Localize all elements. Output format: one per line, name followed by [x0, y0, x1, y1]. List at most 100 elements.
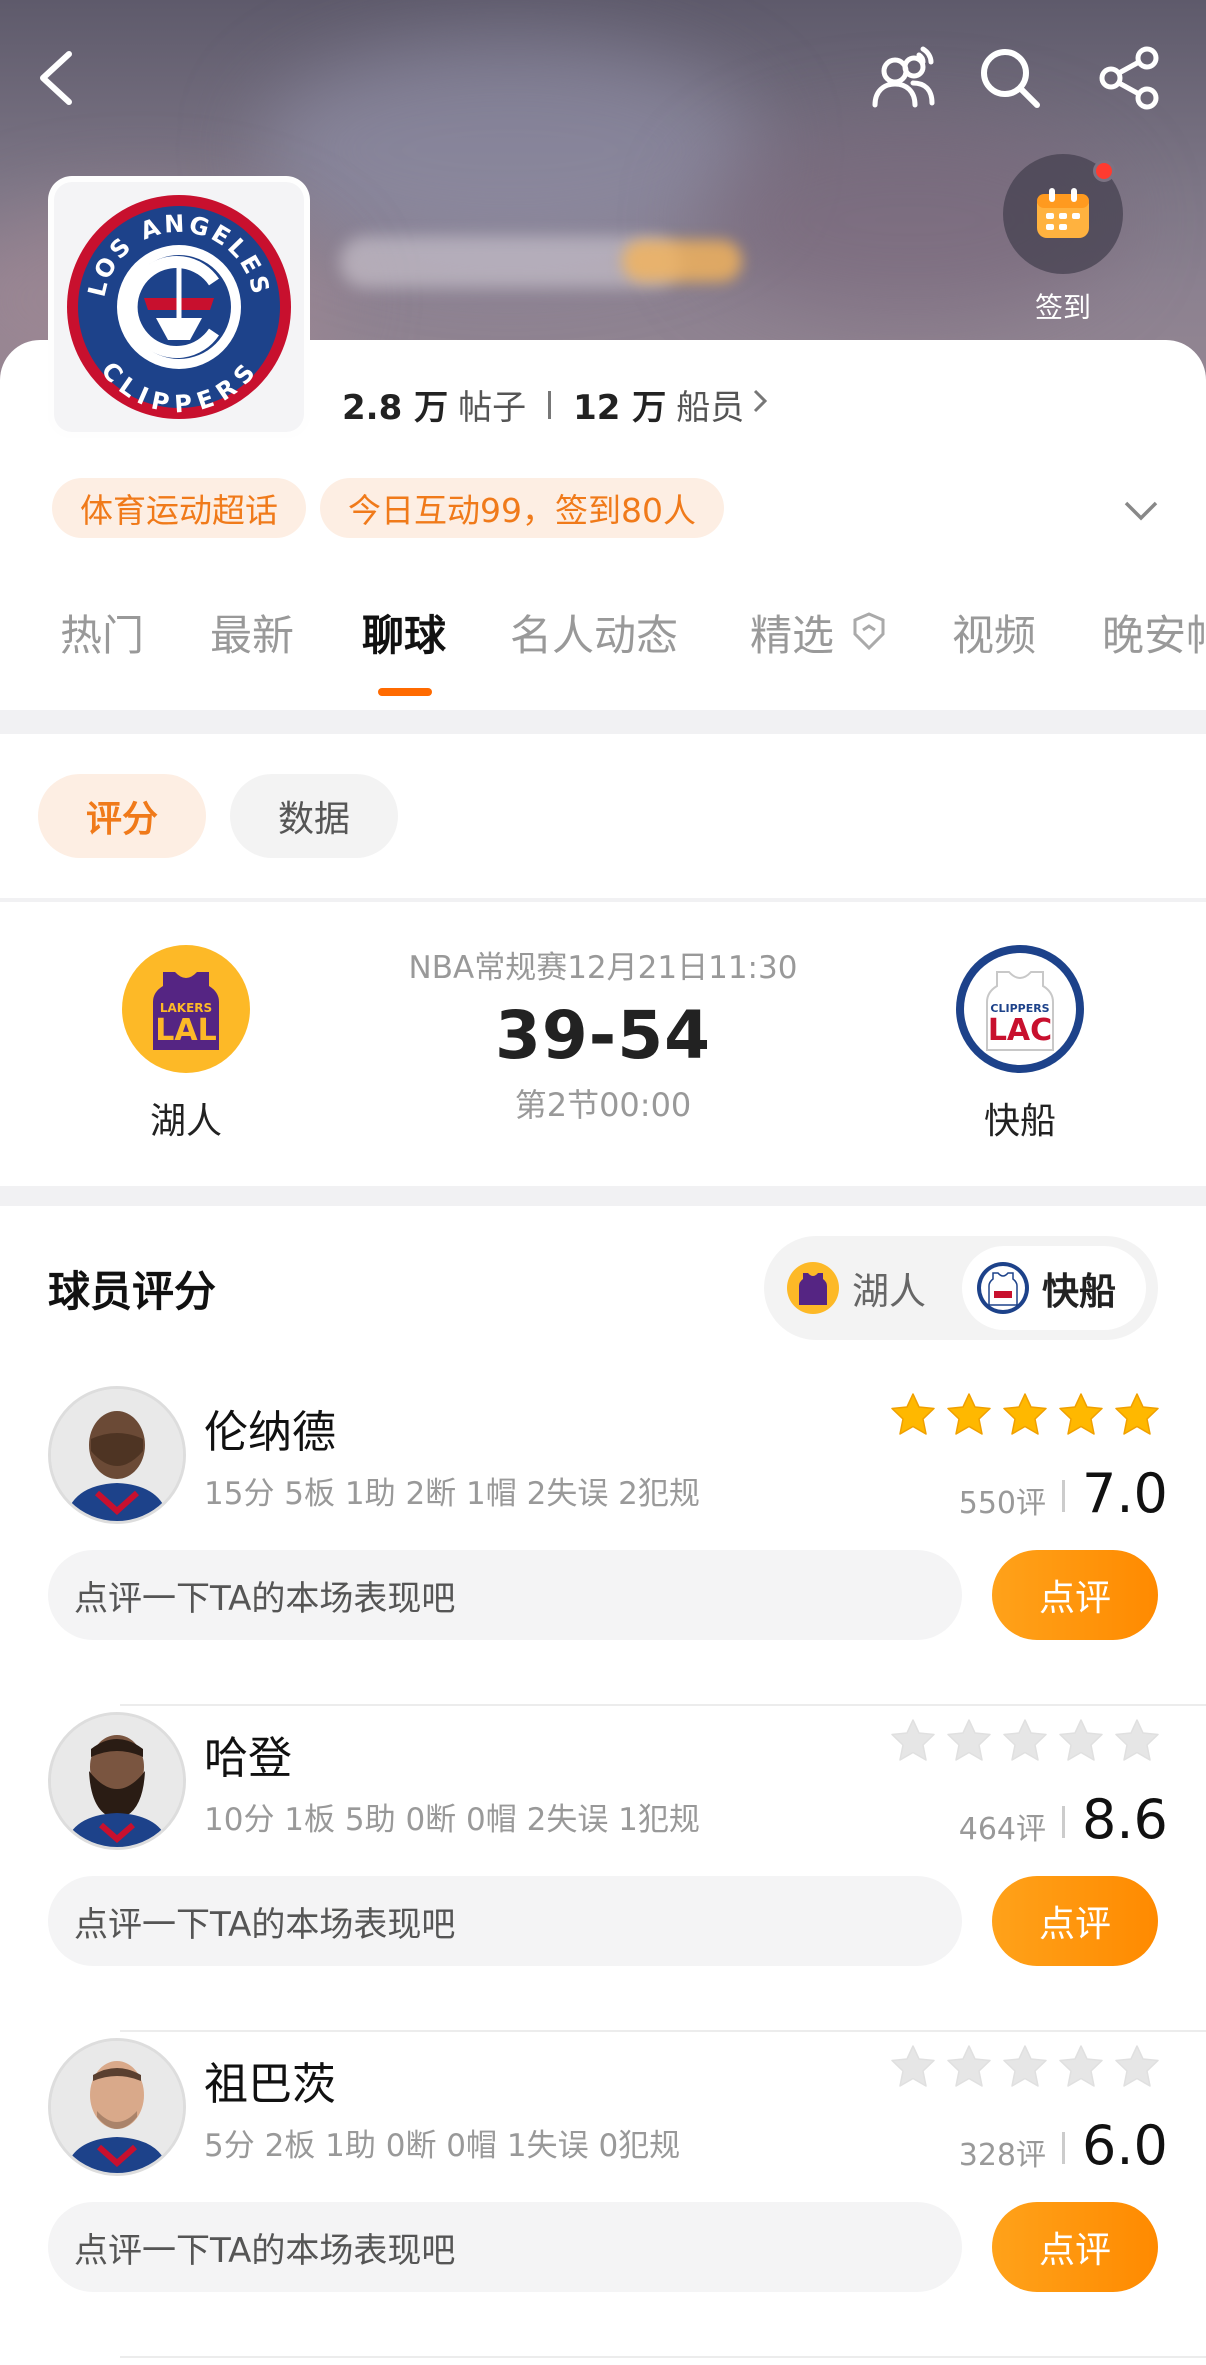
tab-hot[interactable]: 热门: [60, 602, 144, 663]
rating-count: 328评: [958, 2138, 1046, 2173]
tab-featured[interactable]: 精选: [750, 602, 891, 663]
star-rating[interactable]: [890, 1392, 1160, 1440]
posts-count: 2.8 万: [342, 388, 449, 428]
team-switcher: 湖人 快船: [764, 1236, 1158, 1340]
tab-featured-label: 精选: [750, 611, 835, 660]
avatar[interactable]: [48, 1712, 186, 1850]
tab-goodnight[interactable]: 晚安帖: [1102, 602, 1206, 663]
community-tags: 体育运动超话 今日互动99，签到80人: [52, 478, 724, 538]
star-filled-icon[interactable]: [1002, 1392, 1048, 1440]
match-period: 第2节00:00: [514, 1086, 692, 1124]
star-empty-icon[interactable]: [1114, 1718, 1160, 1766]
row-divider: [120, 1704, 1206, 1706]
home-abbr: LAL: [155, 1013, 216, 1048]
star-empty-icon[interactable]: [890, 2044, 936, 2092]
comment-button[interactable]: 点评: [992, 1550, 1158, 1640]
featured-icon: [853, 612, 885, 651]
community-stats[interactable]: 2.8 万 帖子 12 万 船员: [342, 380, 770, 429]
score-divider: [1062, 1806, 1065, 1838]
star-filled-icon[interactable]: [946, 1392, 992, 1440]
star-empty-icon[interactable]: [1058, 2044, 1104, 2092]
back-icon[interactable]: [16, 38, 96, 118]
star-filled-icon[interactable]: [1114, 1392, 1160, 1440]
star-empty-icon[interactable]: [1114, 2044, 1160, 2092]
star-filled-icon[interactable]: [890, 1392, 936, 1440]
avatar[interactable]: [48, 2038, 186, 2176]
player-ratings-section: 球员评分 湖人 快船 伦纳德 15分 5板 1助 2断 1帽 2失误 2犯规 5…: [0, 1206, 1206, 2365]
player-stats: 5分 2板 1助 0断 0帽 1失误 0犯规: [204, 2128, 681, 2164]
team-away[interactable]: CLIPPERS LAC 快船: [940, 942, 1100, 1144]
chip-rating[interactable]: 评分: [38, 774, 206, 858]
comment-input[interactable]: 点评一下TA的本场表现吧: [48, 1876, 962, 1966]
members-count: 12 万: [573, 388, 667, 428]
star-empty-icon[interactable]: [890, 1718, 936, 1766]
companion-icon[interactable]: [864, 38, 944, 118]
player-score: 8.6: [1082, 1788, 1168, 1851]
comment-button[interactable]: 点评: [992, 2202, 1158, 2292]
avatar[interactable]: [48, 1386, 186, 1524]
clippers-team-logo: CLIPPERS LAC: [956, 945, 1084, 1073]
tab-video[interactable]: 视频: [952, 602, 1036, 663]
share-icon[interactable]: [1090, 38, 1170, 118]
switch-clippers-label: 快船: [1042, 1270, 1116, 1313]
player-stats: 15分 5板 1助 2断 1帽 2失误 2犯规: [204, 1476, 700, 1512]
chevron-right-icon: [750, 385, 770, 425]
tag-activity[interactable]: 今日互动99，签到80人: [320, 478, 724, 538]
rating-count: 464评: [958, 1812, 1046, 1847]
player-score: 6.0: [1082, 2114, 1168, 2177]
match-card[interactable]: LAKERS LAL 湖人 NBA常规赛12月21日11:30 39-54 第2…: [0, 902, 1206, 1186]
match-center: NBA常规赛12月21日11:30 39-54 第2节00:00: [353, 942, 853, 1126]
player-name: 祖巴茨: [204, 2059, 336, 2110]
star-empty-icon[interactable]: [1058, 1718, 1104, 1766]
calendar-icon: [1037, 188, 1089, 238]
switch-clippers[interactable]: 快船: [962, 1246, 1146, 1330]
comment-input[interactable]: 点评一下TA的本场表现吧: [48, 1550, 962, 1640]
player-name: 哈登: [204, 1733, 292, 1784]
star-filled-icon[interactable]: [1058, 1392, 1104, 1440]
score-divider: [1062, 2132, 1065, 2164]
star-empty-icon[interactable]: [946, 1718, 992, 1766]
comment-input[interactable]: 点评一下TA的本场表现吧: [48, 2202, 962, 2292]
player-row: 伦纳德 15分 5板 1助 2断 1帽 2失误 2犯规 550评 7.0 点评一…: [0, 1386, 1206, 1712]
chevron-down-icon[interactable]: [1116, 486, 1166, 536]
posts-label: 帖子: [458, 388, 527, 428]
notification-dot: [1093, 160, 1115, 182]
player-row: 祖巴茨 5分 2板 1助 0断 0帽 1失误 0犯规 328评 6.0 点评一下…: [0, 2038, 1206, 2364]
search-icon[interactable]: [970, 38, 1050, 118]
player-stats: 10分 1板 5助 0断 0帽 2失误 1犯规: [204, 1802, 700, 1838]
switch-lakers-label: 湖人: [852, 1270, 926, 1313]
player-row: 哈登 10分 1板 5助 0断 0帽 2失误 1犯规 464评 8.6 点评一下…: [0, 1712, 1206, 2038]
checkin-label: 签到: [1034, 291, 1091, 324]
lakers-logo: LAKERS LAL: [122, 945, 250, 1073]
match-score: 39-54: [494, 997, 712, 1074]
score-divider: [1062, 1480, 1065, 1512]
clippers-mini-icon: [977, 1262, 1029, 1314]
rating-count: 550评: [958, 1486, 1046, 1521]
members-label: 船员: [676, 388, 745, 428]
checkin-button[interactable]: 签到: [1000, 154, 1126, 324]
star-empty-icon[interactable]: [1002, 2044, 1048, 2092]
active-tab-indicator: [378, 688, 432, 696]
comment-button[interactable]: 点评: [992, 1876, 1158, 1966]
star-empty-icon[interactable]: [946, 2044, 992, 2092]
chip-data[interactable]: 数据: [230, 774, 398, 858]
sub-filter-bar: 评分 数据: [0, 734, 1206, 898]
tab-bar: 热门 最新 聊球 名人动态 精选 视频 晚安帖: [0, 602, 1206, 682]
star-empty-icon[interactable]: [1002, 1718, 1048, 1766]
away-abbr: LAC: [988, 1013, 1052, 1048]
player-score: 7.0: [1082, 1462, 1168, 1525]
tab-chat-ball[interactable]: 聊球: [362, 602, 446, 663]
tab-latest[interactable]: 最新: [210, 602, 294, 663]
tab-celebrity[interactable]: 名人动态: [510, 602, 678, 663]
clippers-logo: LOS ANGELES CLIPPERS: [48, 176, 310, 438]
match-info: NBA常规赛12月21日11:30: [408, 950, 798, 986]
tag-category[interactable]: 体育运动超话: [52, 478, 306, 538]
team-home[interactable]: LAKERS LAL 湖人: [106, 942, 266, 1144]
star-rating[interactable]: [890, 2044, 1160, 2092]
switch-lakers[interactable]: 湖人: [786, 1246, 966, 1330]
home-team-name: 湖人: [149, 1101, 222, 1142]
section-title: 球员评分: [48, 1267, 217, 1316]
row-divider: [120, 2030, 1206, 2032]
star-rating[interactable]: [890, 1718, 1160, 1766]
level-badge-blurred: [622, 240, 742, 282]
